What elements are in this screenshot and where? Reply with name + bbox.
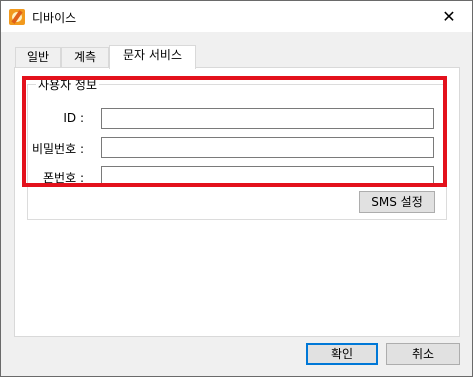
password-field[interactable] [101,137,434,158]
window-title: 디바이스 [32,11,77,25]
group-title: 사용자 정보 [36,76,100,93]
user-info-group: 사용자 정보 ID : 비밀번호 : 폰번호 : SMS 설정 [27,76,447,220]
device-dialog: 디바이스 ✕ 일반 계측 문자 서비스 사용자 정보 ID : 비밀번호 : 폰… [0,0,473,377]
ok-button[interactable]: 확인 [306,343,378,365]
phone-field[interactable] [101,166,434,187]
app-icon [9,9,25,25]
phone-label: 폰번호 : [43,171,84,185]
cancel-button[interactable]: 취소 [386,343,460,365]
id-field[interactable] [101,108,434,129]
close-icon[interactable]: ✕ [426,1,472,32]
tab-measurement[interactable]: 계측 [61,47,109,68]
id-label: ID : [63,111,84,125]
password-label: 비밀번호 : [31,142,84,156]
sms-settings-button[interactable]: SMS 설정 [359,191,435,213]
title-bar: 디바이스 ✕ [1,1,472,32]
tab-panel: 사용자 정보 ID : 비밀번호 : 폰번호 : SMS 설정 [14,67,460,337]
tab-general[interactable]: 일반 [15,47,61,68]
tab-sms-service[interactable]: 문자 서비스 [109,45,196,69]
